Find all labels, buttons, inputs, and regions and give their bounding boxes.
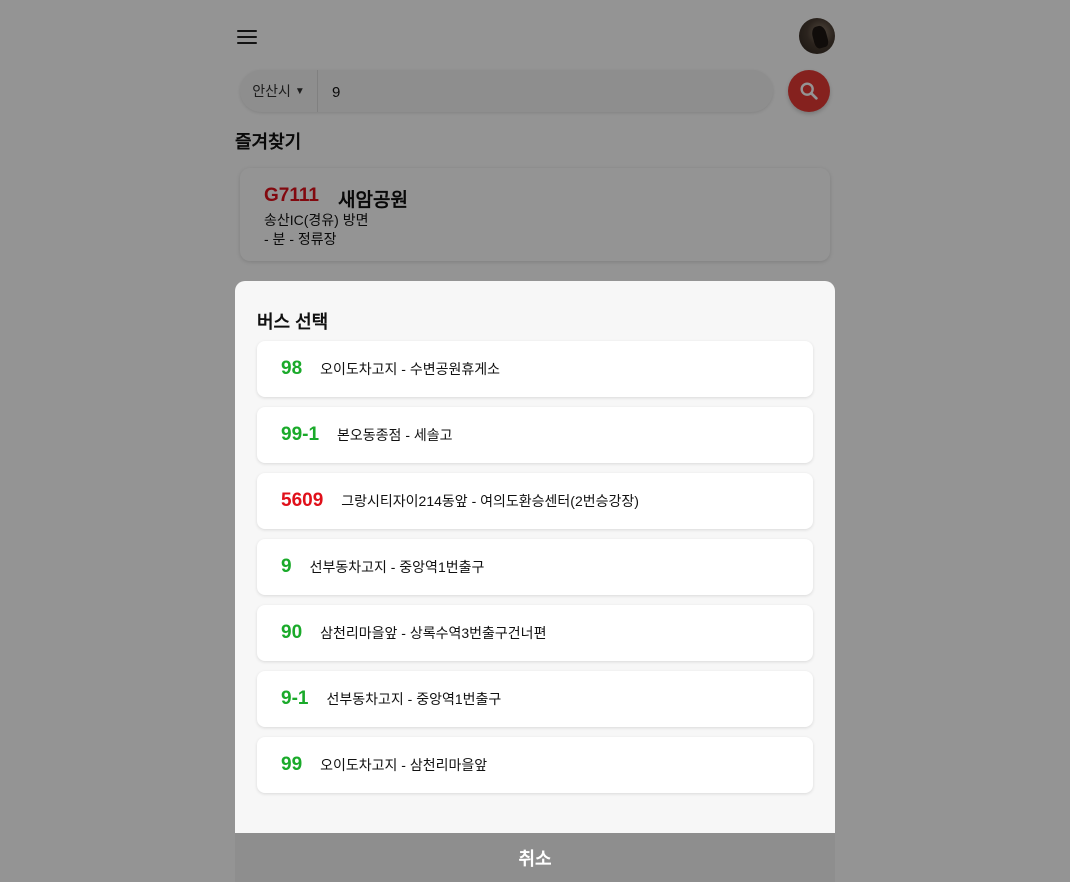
bus-item-5609[interactable]: 5609 그랑시티자이214동앞 - 여의도환승센터(2번승강장) [257,473,813,529]
bus-route: 그랑시티자이214동앞 - 여의도환승센터(2번승강장) [341,493,639,509]
bus-number: 9 [281,556,292,577]
bus-select-sheet: 버스 선택 98 오이도차고지 - 수변공원휴게소 99-1 본오동종점 - 세… [235,281,835,882]
bus-route: 오이도차고지 - 수변공원휴게소 [320,361,501,377]
bus-item-9[interactable]: 9 선부동차고지 - 중앙역1번출구 [257,539,813,595]
bus-route: 선부동차고지 - 중앙역1번출구 [309,559,485,575]
bus-route: 삼천리마을앞 - 상록수역3번출구건너편 [320,625,547,641]
bus-number: 5609 [281,490,324,511]
bus-item-99[interactable]: 99 오이도차고지 - 삼천리마을앞 [257,737,813,793]
bus-number: 99-1 [281,424,320,445]
bus-number: 90 [281,622,303,643]
bus-route: 선부동차고지 - 중앙역1번출구 [326,691,502,707]
bus-route: 본오동종점 - 세솔고 [337,427,453,443]
bus-item-99-1[interactable]: 99-1 본오동종점 - 세솔고 [257,407,813,463]
bus-number: 9-1 [281,688,309,709]
bus-list: 98 오이도차고지 - 수변공원휴게소 99-1 본오동종점 - 세솔고 560… [257,341,813,803]
cancel-button[interactable]: 취소 [235,833,835,882]
bus-number: 98 [281,358,303,379]
bus-route: 오이도차고지 - 삼천리마을앞 [320,757,488,773]
bus-item-90[interactable]: 90 삼천리마을앞 - 상록수역3번출구건너편 [257,605,813,661]
bus-item-98[interactable]: 98 오이도차고지 - 수변공원휴게소 [257,341,813,397]
bus-number: 99 [281,754,303,775]
sheet-title: 버스 선택 [257,312,329,332]
bus-item-9-1[interactable]: 9-1 선부동차고지 - 중앙역1번출구 [257,671,813,727]
